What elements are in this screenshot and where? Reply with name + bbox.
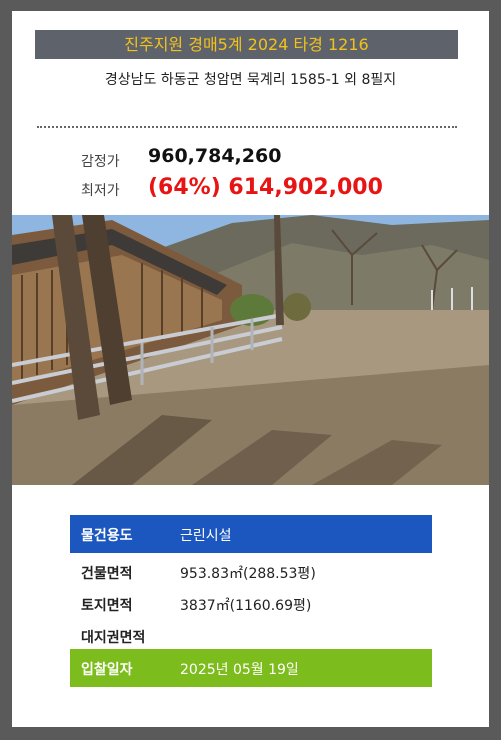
property-info-table: 물건용도 근린시설 건물면적 953.83㎡(288.53평) 토지면적 383…: [70, 515, 432, 687]
land-area-value: 3837㎡(1160.69평): [180, 598, 312, 614]
appraised-price-label: 감정가: [81, 154, 120, 170]
land-area-row: 토지면적 3837㎡(1160.69평): [70, 585, 432, 617]
property-address: 경상남도 하동군 청암면 묵계리 1585-1 외 8필지: [104, 72, 397, 88]
auction-card: 진주지원 경매5계 2024 타경 1216 경상남도 하동군 청암면 묵계리 …: [12, 11, 489, 727]
land-right-label: 대지권면적: [81, 630, 146, 646]
usage-row: 물건용도 근린시설: [70, 515, 432, 553]
minimum-price-label: 최저가: [81, 183, 120, 199]
bid-date-value: 2025년 05월 19일: [180, 662, 299, 678]
bid-date-label: 입찰일자: [81, 662, 133, 678]
usage-label: 물건용도: [81, 528, 133, 544]
land-right-row: 대지권면적: [70, 617, 432, 649]
building-area-row: 건물면적 953.83㎡(288.53평): [70, 553, 432, 585]
minimum-price-value: (64%) 614,902,000: [148, 175, 383, 200]
dotted-divider: [37, 126, 457, 128]
bid-date-row: 입찰일자 2025년 05월 19일: [70, 649, 432, 687]
usage-value: 근린시설: [180, 528, 232, 544]
appraised-price-value: 960,784,260: [148, 145, 282, 167]
property-photo: [12, 215, 489, 485]
building-area-label: 건물면적: [81, 566, 133, 582]
land-area-label: 토지면적: [81, 598, 133, 614]
building-area-value: 953.83㎡(288.53평): [180, 566, 316, 582]
case-title: 진주지원 경매5계 2024 타경 1216: [35, 30, 458, 59]
